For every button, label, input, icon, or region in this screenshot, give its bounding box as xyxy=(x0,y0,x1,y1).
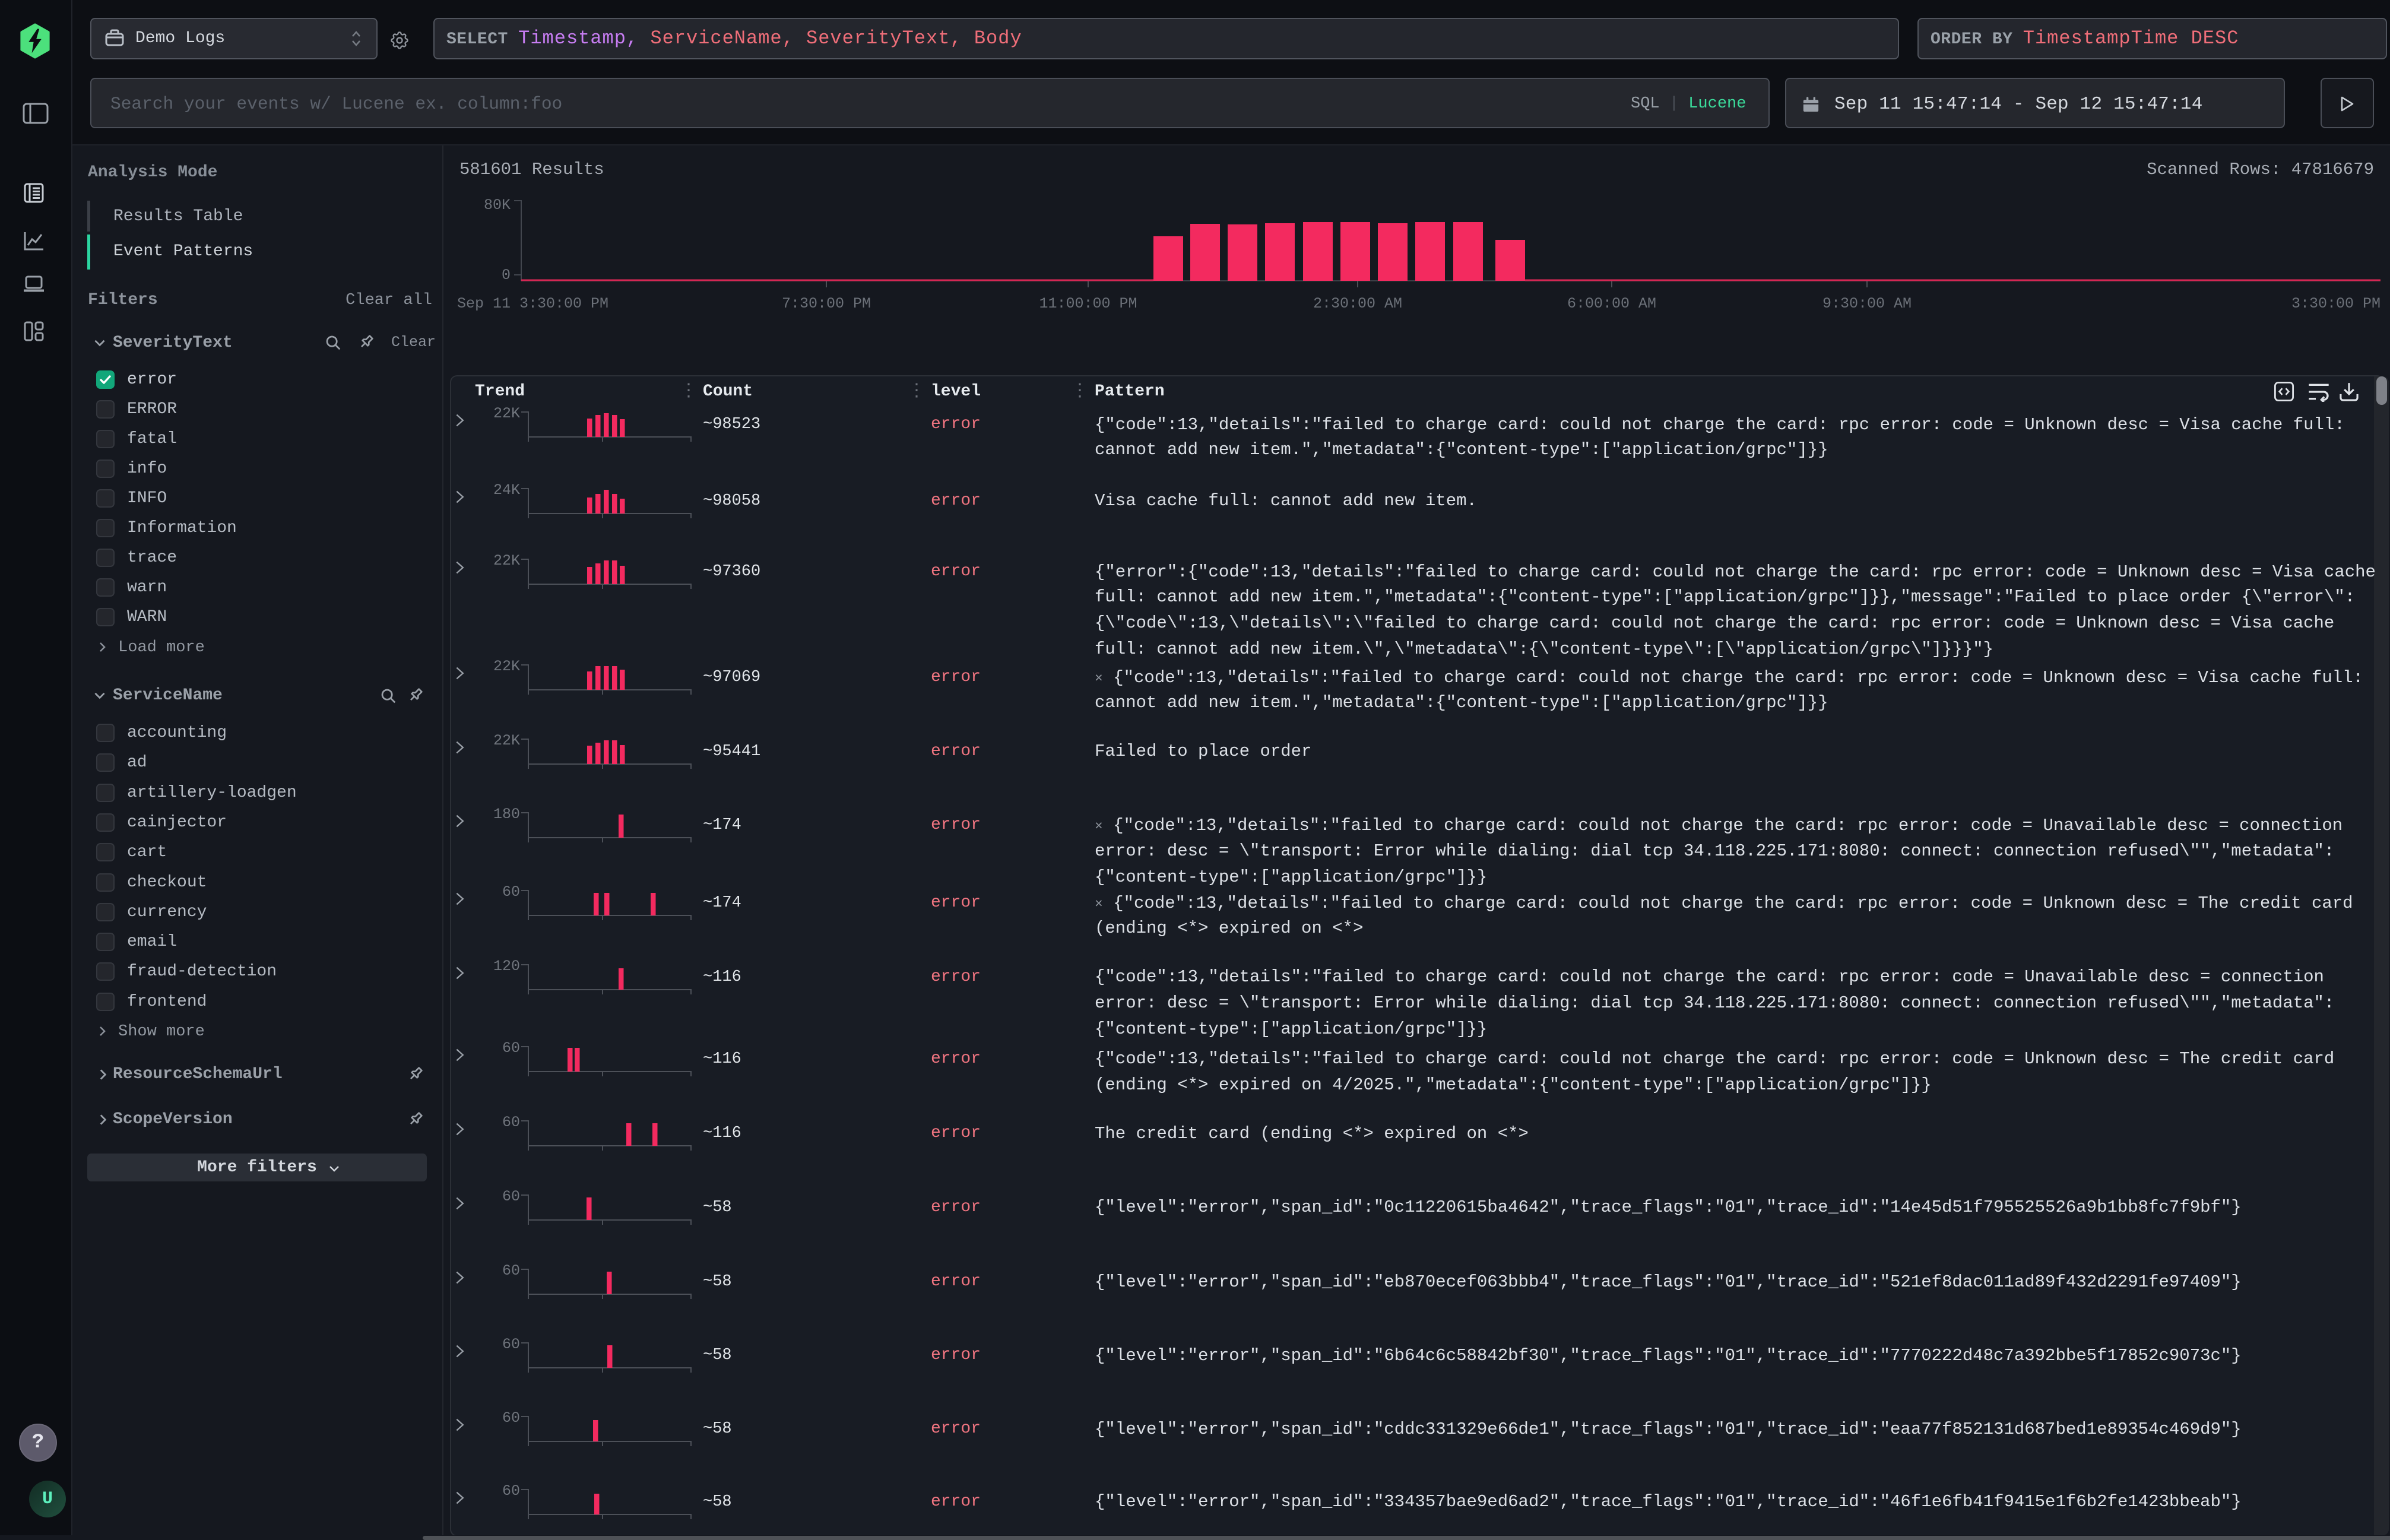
svg-text:2:30:00 AM: 2:30:00 AM xyxy=(1313,295,1402,312)
svg-text:60: 60 xyxy=(502,885,520,901)
svg-text:6:00:00 AM: 6:00:00 AM xyxy=(1567,295,1656,312)
svg-text:120: 120 xyxy=(493,959,520,975)
svg-text:60: 60 xyxy=(502,1041,520,1057)
svg-text:60: 60 xyxy=(502,1337,520,1353)
svg-text:0: 0 xyxy=(502,267,511,284)
svg-text:80K: 80K xyxy=(484,197,511,214)
svg-text:22K: 22K xyxy=(493,553,520,569)
svg-text:Sep 11 3:30:00 PM: Sep 11 3:30:00 PM xyxy=(457,295,608,312)
svg-text:9:30:00 AM: 9:30:00 AM xyxy=(1822,295,1912,312)
svg-text:11:00:00 PM: 11:00:00 PM xyxy=(1039,295,1137,312)
svg-text:22K: 22K xyxy=(493,406,520,422)
svg-text:60: 60 xyxy=(502,1189,520,1205)
svg-text:180: 180 xyxy=(493,807,520,823)
svg-text:3:30:00 PM: 3:30:00 PM xyxy=(2291,295,2381,312)
svg-text:60: 60 xyxy=(502,1115,520,1131)
svg-text:60: 60 xyxy=(502,1484,520,1500)
svg-text:60: 60 xyxy=(502,1263,520,1279)
svg-text:24K: 24K xyxy=(493,483,520,499)
svg-text:22K: 22K xyxy=(493,659,520,675)
svg-text:60: 60 xyxy=(502,1411,520,1427)
svg-text:22K: 22K xyxy=(493,733,520,749)
svg-text:7:30:00 PM: 7:30:00 PM xyxy=(782,295,871,312)
